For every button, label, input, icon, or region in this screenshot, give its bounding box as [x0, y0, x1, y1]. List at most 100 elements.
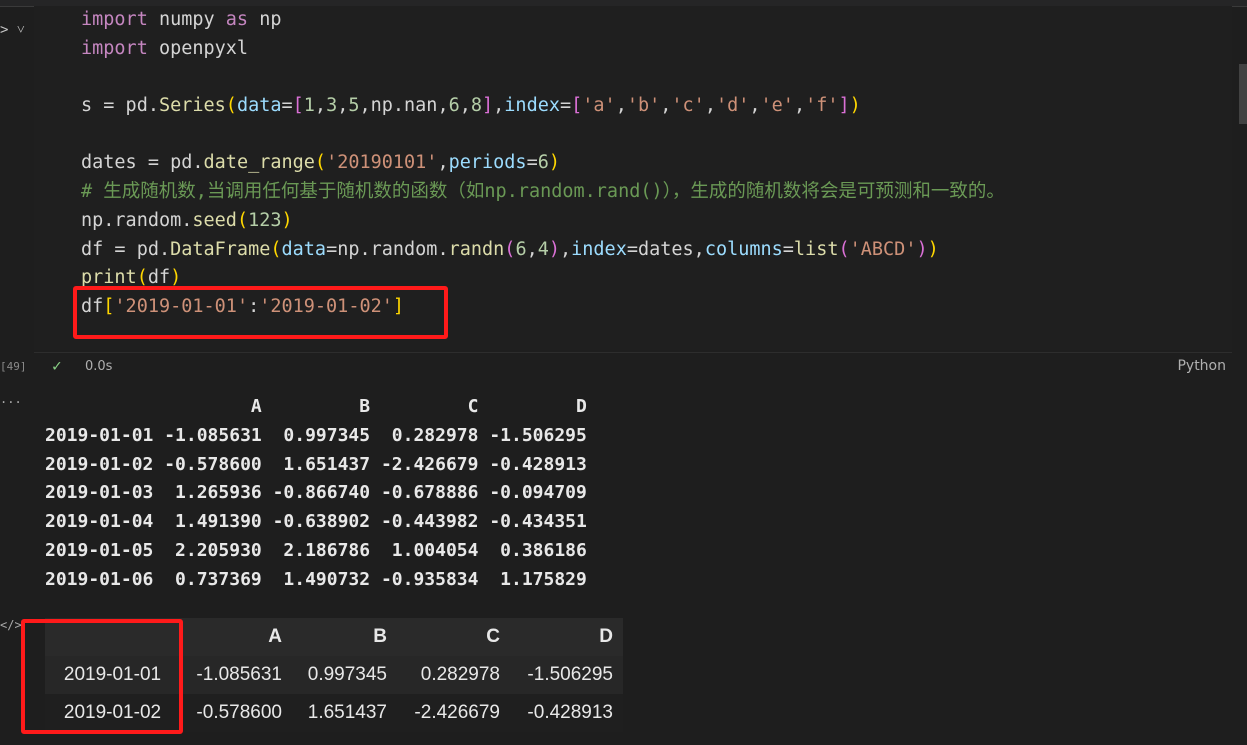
code-token: = — [560, 95, 572, 117]
code-token: DataFrame — [170, 238, 271, 260]
code-token: ] — [838, 95, 850, 117]
code-token: , — [615, 95, 627, 117]
code-token: randn — [448, 238, 505, 260]
code-line[interactable]: df = pd.DataFrame(data=np.random.randn(6… — [81, 236, 1005, 265]
code-token: 3 — [326, 95, 338, 117]
code-token: ( — [270, 238, 282, 260]
code-line[interactable]: np.random.seed(123) — [81, 207, 1005, 236]
code-token: import — [81, 37, 148, 59]
output-line: 2019-01-05 2.205930 2.186786 1.004054 0.… — [45, 539, 587, 561]
code-token: 5 — [348, 95, 360, 117]
code-token: , — [526, 238, 538, 260]
cell-collapse-chevron-icon[interactable]: > ˅ — [0, 22, 25, 39]
code-token: 'e' — [760, 95, 794, 117]
code-token: ,np.nan, — [359, 95, 449, 117]
code-token: ) — [916, 238, 928, 260]
code-token: 'f' — [805, 95, 839, 117]
highlight-box-slice-expression — [73, 286, 448, 339]
code-token: [ — [292, 95, 304, 117]
code-token: 'a' — [582, 95, 616, 117]
output-line: 2019-01-03 1.265936 -0.866740 -0.678886 … — [45, 482, 587, 504]
html-output-icon[interactable]: </> — [0, 618, 22, 632]
code-token: ( — [225, 95, 237, 117]
code-token: openpyxl — [147, 37, 249, 59]
print-output: A B C D 2019-01-01 -1.085631 0.997345 0.2… — [45, 393, 587, 595]
output-line: 2019-01-02 -0.578600 1.651437 -2.426679 … — [45, 453, 587, 475]
code-token: =dates, — [626, 238, 705, 260]
check-icon: ✓ — [52, 356, 62, 375]
code-token: = — [526, 152, 538, 174]
table-header-d: D — [510, 618, 623, 656]
code-token: 6 — [515, 238, 527, 260]
output-line: 2019-01-06 0.737369 1.490732 -0.935834 1… — [45, 568, 587, 590]
highlight-box-index-column — [21, 619, 183, 734]
code-block[interactable]: import numpy as np import openpyxl s = pd… — [81, 6, 1005, 322]
table-header-b: B — [292, 618, 397, 656]
code-token: ( — [504, 238, 516, 260]
code-token: np.random. — [81, 209, 193, 231]
cell-status-bar — [34, 352, 1232, 381]
code-token: ] — [482, 95, 494, 117]
execution-time: 0.0s — [85, 359, 113, 374]
code-token: periods — [448, 152, 527, 174]
code-line[interactable]: dates = pd.date_range('20190101',periods… — [81, 149, 1005, 178]
code-token: 4 — [537, 238, 549, 260]
code-token: , — [314, 95, 327, 117]
code-token: , — [660, 95, 672, 117]
code-line[interactable]: s = pd.Series(data=[1,3,5,np.nan,6,8],in… — [81, 92, 1005, 121]
code-token: Series — [158, 95, 226, 117]
code-token: = — [782, 238, 794, 260]
code-token: ) — [281, 209, 293, 231]
code-token: seed — [192, 209, 237, 231]
code-token: ( — [838, 238, 850, 260]
code-token: , — [493, 95, 505, 117]
code-token: data — [236, 95, 282, 117]
code-token: 6 — [537, 152, 549, 174]
code-token: 123 — [248, 209, 282, 231]
code-token: =np.random. — [326, 238, 449, 260]
code-line[interactable]: # 生成随机数,当调用任何基于随机数的函数（如np.random.rand()）… — [81, 178, 1005, 207]
code-token: 'ABCD' — [849, 238, 917, 260]
code-token: , — [793, 95, 806, 117]
code-token: 6 — [448, 95, 460, 117]
code-token: np — [248, 9, 282, 30]
code-token: date_range — [203, 152, 315, 174]
code-token: 'd' — [715, 95, 750, 117]
table-header-a: A — [180, 618, 292, 656]
table-cell: -1.085631 — [180, 656, 292, 694]
code-token: 'c' — [671, 95, 705, 117]
code-token: # 生成随机数,当调用任何基于随机数的函数（如np.random.rand()）… — [81, 181, 1005, 203]
code-token: ) — [927, 238, 939, 260]
code-token: columns — [704, 238, 783, 260]
output-more-icon[interactable]: ... — [0, 392, 22, 406]
code-token: = — [281, 95, 293, 117]
code-token: , — [459, 95, 471, 117]
code-token: ) — [548, 152, 560, 174]
code-token: df = pd. — [81, 238, 171, 260]
code-line[interactable] — [81, 121, 1005, 150]
code-token: 8 — [470, 95, 483, 117]
code-line[interactable] — [81, 63, 1005, 92]
output-line: 2019-01-04 1.491390 -0.638902 -0.443982 … — [45, 511, 587, 533]
code-token: , — [337, 95, 349, 117]
code-token: ) — [548, 238, 560, 260]
table-cell: -0.428913 — [510, 694, 623, 732]
code-token: 1 — [303, 95, 315, 117]
code-token: data — [281, 238, 327, 260]
editor-scrollbar[interactable] — [1239, 64, 1247, 124]
code-line[interactable]: import openpyxl — [81, 35, 1005, 64]
cell-language[interactable]: Python — [1177, 358, 1226, 374]
execution-count: [49] — [0, 360, 27, 373]
code-token: numpy — [147, 9, 226, 30]
table-cell: -1.506295 — [510, 656, 623, 694]
code-token: s = pd. — [81, 95, 159, 117]
code-token: 'b' — [626, 95, 661, 117]
code-line[interactable]: import numpy as np — [81, 6, 1005, 35]
code-token: index — [504, 95, 560, 117]
code-token: dates = pd. — [81, 152, 204, 174]
code-token: list — [793, 238, 839, 260]
table-cell: 0.997345 — [292, 656, 397, 694]
code-token: ( — [314, 152, 327, 174]
code-token: ( — [236, 209, 249, 231]
code-token: ) — [849, 95, 861, 117]
